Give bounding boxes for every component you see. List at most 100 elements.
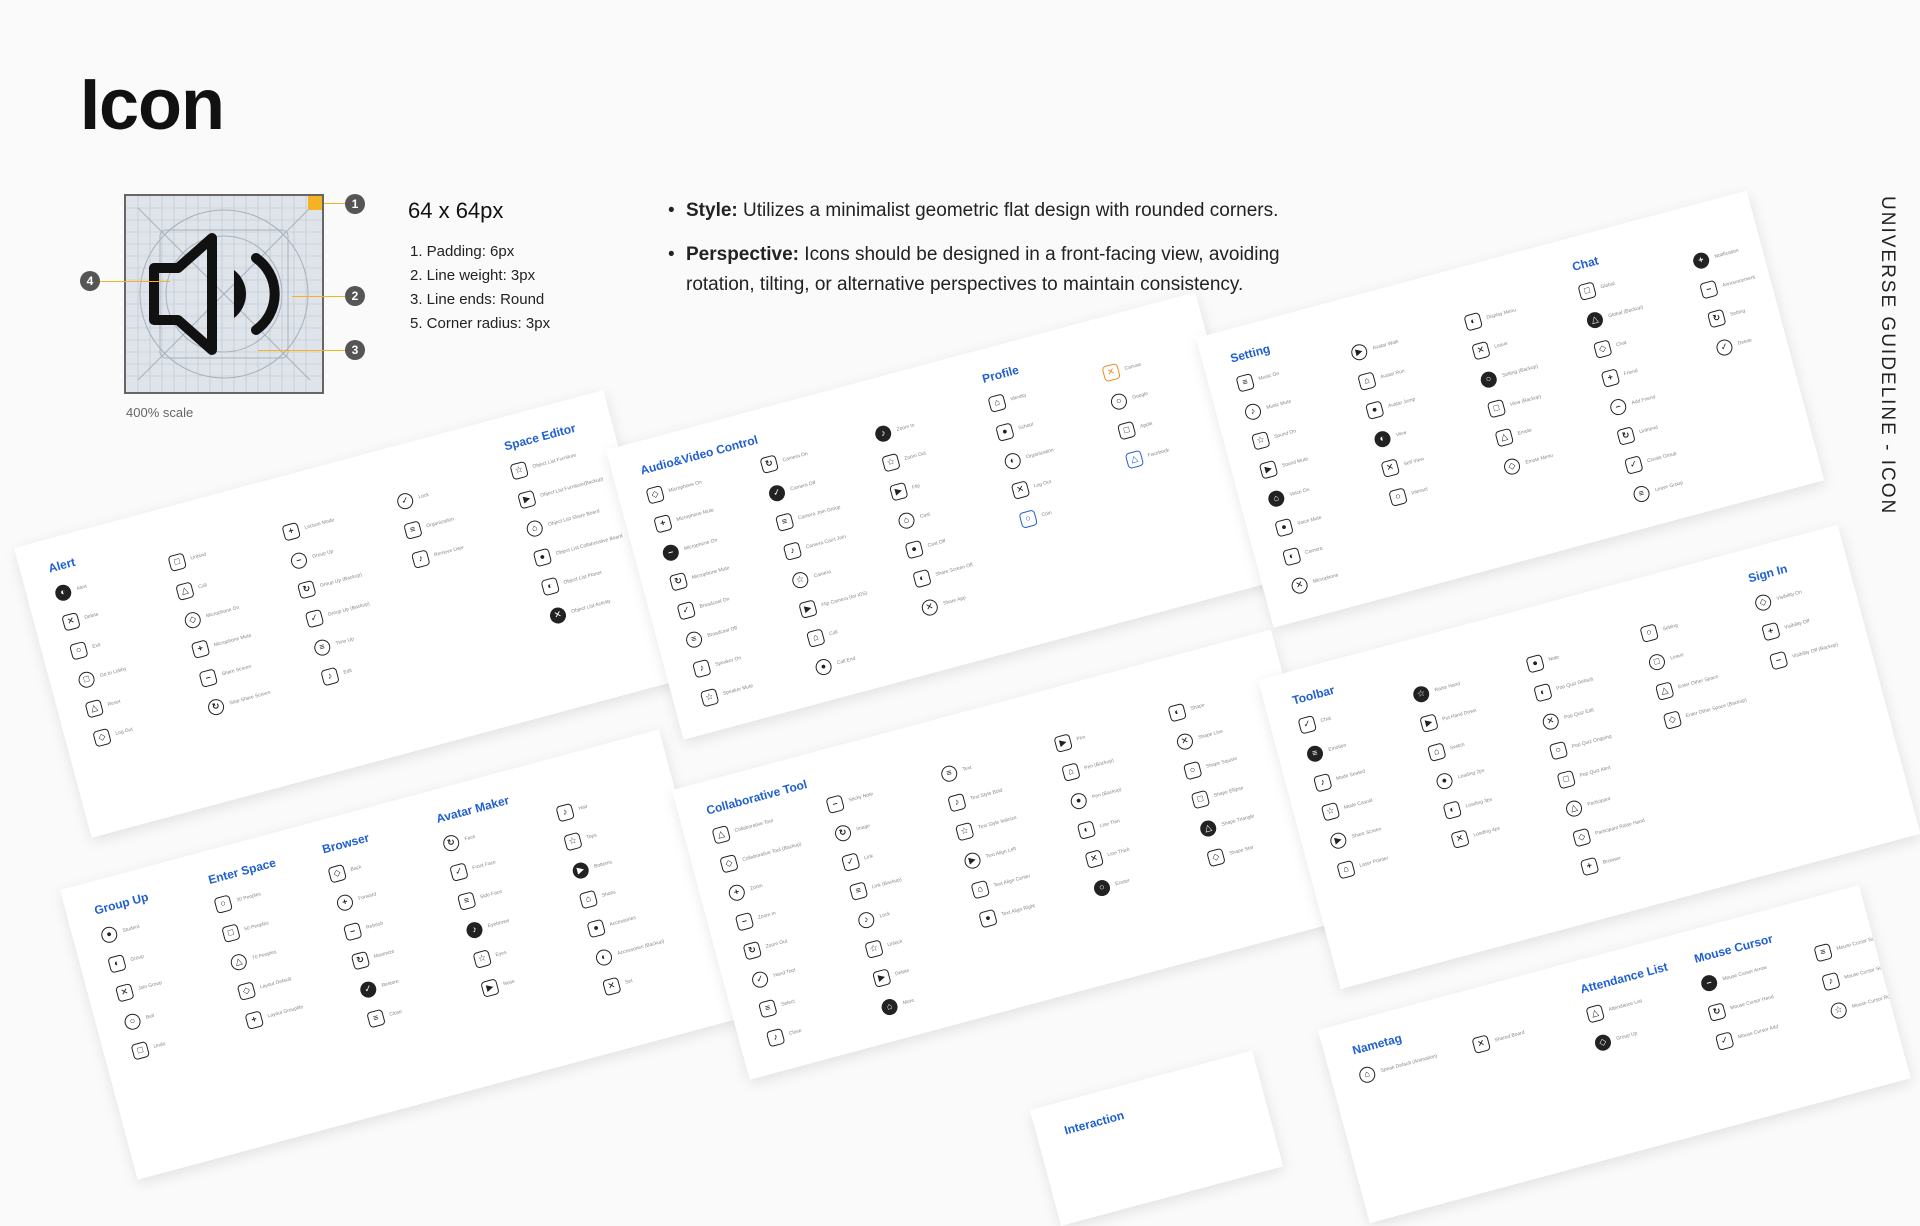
icon-label: Mouse Cursor Rotate — [1851, 991, 1899, 1010]
face-icon: ↻ — [441, 833, 462, 853]
spec-item: 1. Padding: 6px — [410, 243, 515, 260]
icon-label: Pen (Backup) — [1083, 757, 1115, 772]
70-peoples-icon: △ — [228, 952, 249, 972]
icon-label: Friend — [1623, 367, 1639, 378]
go-to-lobby-icon: □ — [76, 669, 97, 690]
stop-share-screen-icon: ↻ — [206, 697, 226, 717]
icon-label: Accessories — [608, 915, 637, 928]
icon-label: Add Friend — [1631, 394, 1657, 407]
leave-group-icon: ≡ — [1631, 484, 1652, 504]
icon-label: Enter Other Space (Backup) — [1685, 697, 1748, 720]
icon-tile: ⌂ Voice On — [1266, 482, 1312, 509]
icon-label: Close — [388, 1008, 403, 1018]
speaker-icon — [126, 196, 322, 392]
icon-tile: ♪ Lock — [856, 906, 893, 930]
collaborative-tool-backup-icon: ◇ — [719, 853, 739, 874]
camera-off-icon: ✓ — [767, 483, 787, 504]
icon-tile: ◇ Visibility On — [1753, 585, 1804, 613]
icon-label: Setting — [1661, 622, 1679, 633]
category-title-space-editor: Space Editor — [502, 420, 578, 454]
icon-tile: – Sticky Note — [825, 786, 875, 815]
layout-default-icon: ◇ — [236, 981, 257, 1001]
icon-label: Microphone — [1312, 572, 1340, 585]
icon-label: Object List Furniture — [531, 452, 577, 470]
icon-tile: ✕ Canvas — [1101, 357, 1143, 383]
icon-label: Lecture Mode — [303, 517, 336, 531]
object-list-collaborative-board-icon: ● — [532, 547, 553, 568]
icon-label: View (Backup) — [1509, 393, 1542, 408]
school-icon: ● — [995, 422, 1015, 442]
sheet-interaction: Interaction — [1030, 1050, 1284, 1226]
icon-tile: ⌂ Shoes — [578, 885, 618, 910]
icon-label: Call — [197, 582, 208, 591]
mouse-cursor-rotate-icon: ☆ — [1828, 1000, 1849, 1021]
icon-tile: + Microphone Mute — [190, 628, 254, 659]
icon-label: Mouse Cursor Arrow — [1721, 964, 1768, 983]
shape-triangle-icon: △ — [1198, 818, 1219, 839]
icon-label: Announcement — [1721, 274, 1756, 289]
icon-label: Delete — [1737, 337, 1753, 347]
icon-label: Close — [788, 1027, 803, 1037]
icon-tile: ✕ Shared Board — [1471, 1025, 1526, 1055]
icon-tile: ✕ Join Group — [114, 975, 164, 1003]
icon-tile: ≡ Side Face — [456, 884, 504, 911]
object-list-planet-icon: ◐ — [540, 576, 561, 597]
icon-tile: ≡ Time Up — [312, 631, 355, 658]
icon-tile: ✕ Leave — [1471, 336, 1510, 361]
icon-label: Shape Ellipse — [1213, 785, 1245, 799]
google-icon: ○ — [1109, 391, 1129, 412]
icon-label: Shape Square — [1205, 755, 1238, 770]
icon-label: Emotion — [1327, 742, 1348, 754]
icon-label: Time Up — [335, 636, 355, 647]
icon-tile: △ Facebook — [1124, 443, 1172, 470]
50-peoples-icon: □ — [221, 923, 241, 944]
eyes-icon: ☆ — [472, 949, 493, 969]
icon-tile: ◇ Participant Raise Hand — [1572, 813, 1647, 848]
icon-tile: ≡ Text — [939, 760, 973, 784]
icon-label: Collaborative Tool (Backup) — [741, 841, 803, 864]
icon-label: Voice Mute — [1296, 514, 1323, 527]
icon-label: Face — [463, 833, 477, 843]
bell-icon: ○ — [122, 1011, 143, 1032]
camera-can-t-join-icon: ♪ — [782, 541, 803, 561]
participant-icon: △ — [1564, 798, 1584, 819]
icon-label: Organization — [1025, 447, 1055, 461]
canvas-icon: ✕ — [1101, 362, 1121, 383]
icon-label: Apple — [1139, 420, 1154, 430]
call-end-icon: ● — [813, 657, 834, 677]
icon-label: Object List Collaborative Board — [555, 533, 624, 557]
icon-label: Camera Join Group — [797, 504, 842, 522]
pen-icon: ▶ — [1053, 733, 1074, 753]
camera-join-group-icon: ≡ — [774, 512, 795, 532]
icon-label: Shared Board — [1493, 1029, 1526, 1044]
icon-tile: ◇ Microphone On — [645, 475, 703, 505]
icon-label: 30 Peoples — [235, 891, 262, 904]
icon-tile: ↻ Face — [441, 829, 477, 853]
icon-label: Camera — [1304, 545, 1324, 556]
category-title-group-up: Group Up — [92, 889, 150, 918]
callout-badge-4: 4 — [80, 271, 100, 291]
icon-tile: ◇ Chat — [1592, 335, 1629, 359]
icon-label: Cast Off — [927, 538, 947, 549]
spec-item: 3. Line ends: Round — [410, 291, 545, 308]
enter-other-space-backup-icon: ◇ — [1662, 710, 1683, 730]
restore-icon: ✓ — [358, 979, 379, 1000]
category-title-sign-in: Sign In — [1746, 561, 1789, 586]
icon-label: Line Thick — [1107, 846, 1131, 859]
icon-tile: ⌂ Text Align Center — [970, 868, 1032, 900]
icon-tile: ○ Shape Square — [1182, 751, 1239, 781]
avatar-jump-icon: ● — [1364, 400, 1385, 420]
icon-tile: □ Go to Lobby — [76, 661, 129, 690]
icon-tile: ↻ Stop Share Screen — [206, 685, 272, 717]
view-icon: ◐ — [1372, 429, 1393, 449]
icon-tile: – Add Friend — [1608, 389, 1657, 417]
icon-tile: ≡ Organization — [403, 511, 456, 540]
icon-label: Identity — [1009, 392, 1028, 403]
icon-label: Text Style Italicize — [977, 814, 1018, 831]
icon-tile: ▶ Put Hand Down — [1419, 703, 1478, 734]
icon-label: Setting (Backup) — [1501, 363, 1539, 379]
switch-icon: ⌂ — [1426, 742, 1447, 762]
icon-tile: ↻ Group Up (Backup) — [296, 567, 364, 600]
icon-label: Sound On — [1273, 428, 1297, 441]
icon-tile: △ Shape Triangle — [1198, 808, 1256, 839]
